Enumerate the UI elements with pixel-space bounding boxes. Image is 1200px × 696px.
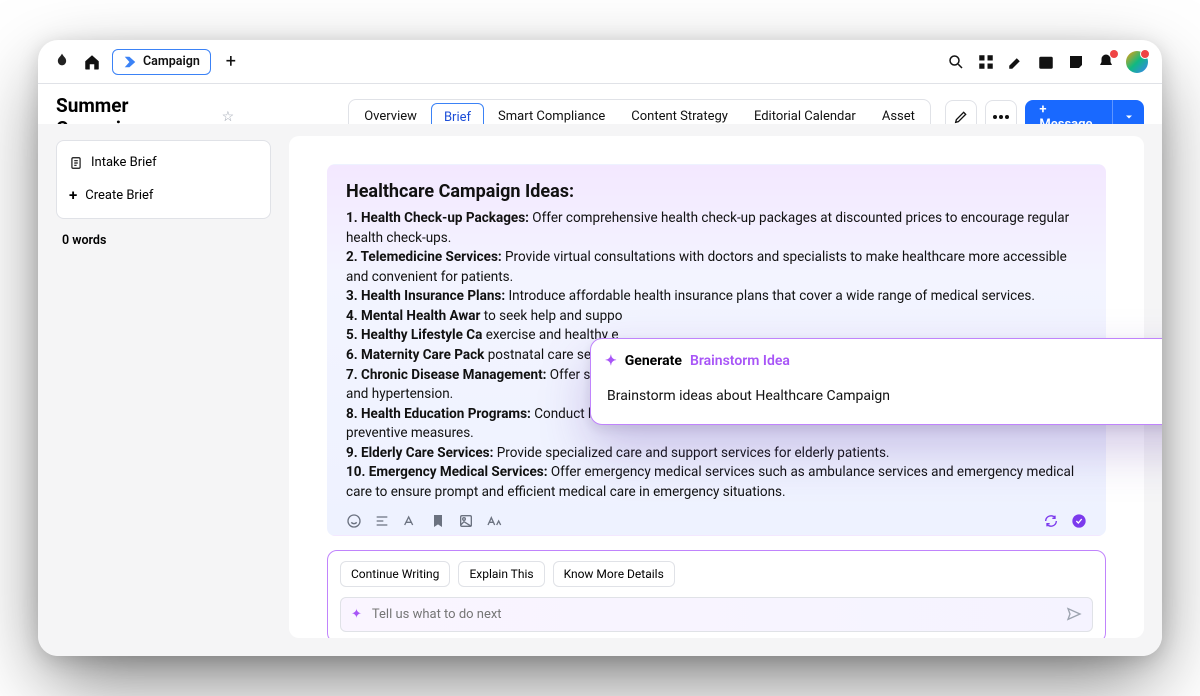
sparkle-icon: ✦ — [605, 353, 617, 369]
ai-line: 2. Telemedicine Services: Provide virtua… — [346, 248, 1087, 287]
doc-icon — [69, 156, 83, 170]
add-tab-button[interactable]: + — [221, 52, 241, 72]
followup-panel: Continue Writing Explain This Know More … — [327, 550, 1106, 638]
sidebar-item-label: Intake Brief — [91, 155, 157, 170]
sparkle-icon: ✦ — [351, 607, 362, 622]
ai-response-heading: Healthcare Campaign Ideas: — [346, 179, 1087, 205]
sidebar-item-intake-brief[interactable]: Intake Brief — [57, 147, 270, 178]
app-logo — [52, 52, 72, 72]
inbox-icon[interactable] — [1066, 52, 1086, 72]
topbar: Campaign + — [38, 40, 1162, 84]
generate-popover: ✦ Generate Brainstorm Idea ✕ — [590, 338, 1162, 425]
send-icon[interactable] — [1066, 606, 1082, 622]
ai-line: 10. Emergency Medical Services: Offer em… — [346, 463, 1087, 502]
prompt-input[interactable] — [370, 606, 1058, 623]
sidebar-item-create-brief[interactable]: + Create Brief — [57, 178, 270, 212]
chip-explain-this[interactable]: Explain This — [458, 561, 544, 587]
home-icon[interactable] — [82, 52, 102, 72]
ai-line: 1. Health Check-up Packages: Offer compr… — [346, 209, 1087, 248]
bookmark-icon[interactable] — [430, 513, 446, 529]
breadcrumb-label: Campaign — [143, 54, 200, 69]
refresh-icon[interactable] — [1043, 513, 1059, 529]
avatar[interactable] — [1126, 51, 1148, 73]
sidebar: Intake Brief + Create Brief 0 words — [56, 124, 271, 638]
generate-subtitle: Brainstorm Idea — [690, 353, 790, 369]
search-icon[interactable] — [946, 52, 966, 72]
smiley-icon[interactable] — [346, 513, 362, 529]
case-icon[interactable] — [486, 513, 502, 529]
compose-icon[interactable] — [1006, 52, 1026, 72]
text-size-icon[interactable] — [402, 513, 418, 529]
plus-icon: + — [69, 186, 77, 204]
calendar-icon[interactable] — [1036, 52, 1056, 72]
chip-continue-writing[interactable]: Continue Writing — [340, 561, 450, 587]
sidebar-item-label: Create Brief — [85, 188, 153, 203]
word-count: 0 words — [56, 233, 271, 248]
ai-panel-toolbar — [346, 513, 1087, 529]
favorite-star-icon[interactable]: ☆ — [222, 109, 235, 125]
ai-line: 4. Mental Health Awar to seek help and s… — [346, 307, 1087, 327]
generate-title: Generate — [625, 353, 682, 369]
notifications-icon[interactable] — [1096, 52, 1116, 72]
prompt-input-row[interactable]: ✦ — [340, 597, 1093, 632]
generate-input[interactable] — [605, 387, 1162, 405]
ai-line: 9. Elderly Care Services: Provide specia… — [346, 444, 1087, 464]
chip-know-more[interactable]: Know More Details — [553, 561, 675, 587]
align-icon[interactable] — [374, 513, 390, 529]
image-icon[interactable] — [458, 513, 474, 529]
breadcrumb[interactable]: Campaign — [112, 49, 211, 75]
check-circle-icon[interactable] — [1071, 513, 1087, 529]
apps-icon[interactable] — [976, 52, 996, 72]
ai-line: 3. Health Insurance Plans: Introduce aff… — [346, 287, 1087, 307]
